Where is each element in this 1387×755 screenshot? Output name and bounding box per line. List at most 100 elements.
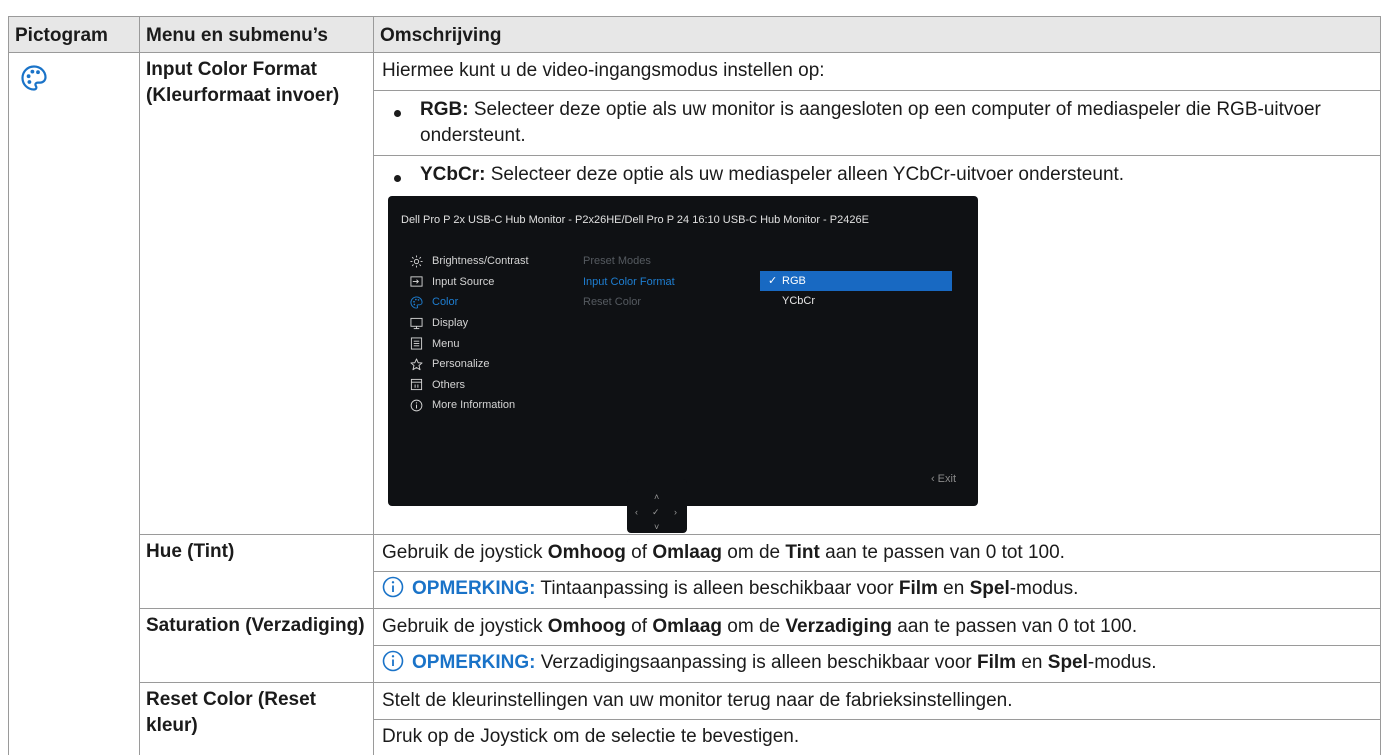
osd-menu-label: More Information: [432, 399, 516, 412]
table-header-row: Pictogram Menu en submenu’s Omschrijving: [8, 16, 1381, 53]
osd-screenshot: Dell Pro P 2x USB-C Hub Monitor - P2x26H…: [388, 196, 978, 533]
color-palette-icon: [410, 296, 423, 309]
input-source-icon: [410, 276, 423, 287]
osd-submenu: Preset Modes Input Color Format Reset Co…: [583, 251, 675, 313]
text: -modus.: [1009, 578, 1079, 599]
text-bold: Spel: [1047, 652, 1088, 673]
display-icon: [410, 317, 423, 329]
option-term-ycbcr: YCbCr:: [420, 164, 486, 185]
text: aan te passen van 0 tot 100.: [819, 542, 1065, 563]
brightness-icon: [410, 255, 423, 268]
osd-menu-item-personalize[interactable]: Personalize: [410, 354, 529, 375]
text-bold: Film: [898, 578, 938, 599]
osd-menu-item-more-information[interactable]: More Information: [410, 395, 529, 416]
text: of: [625, 542, 653, 563]
menu-saturation: Saturation (Verzadiging): [139, 608, 374, 683]
option-term-rgb: RGB:: [420, 99, 469, 120]
description-reset-color: Stelt de kleurinstellingen van uw monito…: [373, 682, 1381, 755]
menu-reset-color: Reset Color (Reset kleur): [139, 682, 374, 755]
input-color-intro: Hiermee kunt u de video-ingangsmodus ins…: [382, 60, 825, 81]
menu-icon: [410, 337, 423, 350]
osd-menu-label: Display: [432, 317, 469, 330]
osd-menu-label: Personalize: [432, 358, 490, 371]
table-row-hue: Hue (Tint) Gebruik de joystick Omhoog of…: [9, 534, 1381, 609]
osd-menu-item-display[interactable]: Display: [410, 313, 529, 334]
reset-line-2: Druk op de Joystick om de selectie te be…: [374, 719, 1380, 752]
text-bold: Tint: [785, 542, 820, 563]
osd-menu-item-input-source[interactable]: Input Source: [410, 272, 529, 293]
osd-option-label: RGB: [782, 275, 806, 287]
osd-option-rgb[interactable]: ✓ RGB: [760, 271, 952, 291]
hue-note: OPMERKING: Tintaanpassing is alleen besc…: [374, 571, 1380, 604]
info-icon: [382, 576, 404, 598]
osd-menu-label: Others: [432, 378, 466, 391]
note-label: OPMERKING:: [412, 578, 536, 599]
text: Tintaanpassing is alleen beschikbaar voo…: [535, 578, 899, 599]
osd-exit-button[interactable]: ‹ Exit: [931, 472, 956, 486]
header-description: Omschrijving: [373, 16, 1381, 53]
text: Gebruik de joystick: [382, 542, 548, 563]
text-bold: Verzadiging: [785, 616, 893, 637]
text: Gebruik de joystick: [382, 616, 548, 637]
note-label: OPMERKING:: [412, 652, 536, 673]
osd-menu-label: Brightness/Contrast: [432, 255, 529, 268]
info-icon: [382, 650, 404, 672]
joystick-guide: ˄ ‹ ✓ › ˅: [627, 479, 687, 533]
color-palette-icon: [21, 65, 47, 91]
joystick-down-icon: ˅: [654, 522, 660, 532]
joystick-right-icon: ›: [674, 507, 677, 517]
header-menu: Menu en submenu’s: [139, 16, 374, 53]
star-icon: [410, 358, 423, 370]
osd-option-label: YCbCr: [782, 295, 816, 307]
description-saturation: Gebruik de joystick Omhoog of Omlaag om …: [373, 608, 1381, 683]
text-bold: Spel: [969, 578, 1010, 599]
osd-submenu-item-reset-color[interactable]: Reset Color: [583, 292, 675, 313]
text-bold: Omlaag: [652, 616, 723, 637]
others-icon: [410, 379, 423, 391]
osd-option-ycbcr[interactable]: YCbCr: [760, 291, 952, 311]
osd-menu-label: Menu: [432, 337, 460, 350]
saturation-note: OPMERKING: Verzadigingsaanpassing is all…: [374, 645, 1380, 678]
menu-input-color-format: Input Color Format (Kleurformaat invoer): [139, 52, 374, 535]
input-color-options-list: RGB: Selecteer deze optie als uw monitor…: [374, 90, 1380, 194]
osd-panel: Dell Pro P 2x USB-C Hub Monitor - P2x26H…: [388, 196, 978, 506]
osd-menu-item-menu[interactable]: Menu: [410, 333, 529, 354]
osd-menu-label: Input Source: [432, 275, 495, 288]
osd-submenu-item-preset-modes[interactable]: Preset Modes: [583, 251, 675, 272]
text-bold: Omlaag: [652, 542, 723, 563]
text: aan te passen van 0 tot 100.: [892, 616, 1138, 637]
info-icon: [410, 399, 423, 412]
text-bold: Omhoog: [547, 616, 626, 637]
list-item-rgb: RGB: Selecteer deze optie als uw monitor…: [374, 90, 1380, 155]
osd-menu-item-color[interactable]: Color: [410, 292, 529, 313]
option-text-ycbcr: Selecteer deze optie als uw mediaspeler …: [485, 164, 1125, 185]
osd-menu-label: Color: [432, 296, 459, 309]
text: en: [1016, 652, 1048, 673]
text: en: [937, 578, 970, 599]
pictogram-cell: [8, 52, 140, 755]
text: Verzadigingsaanpassing is alleen beschik…: [535, 652, 977, 673]
text: om de: [722, 542, 786, 563]
check-icon: ✓: [768, 275, 778, 287]
text: -modus.: [1087, 652, 1157, 673]
text-bold: Omhoog: [547, 542, 626, 563]
bullet: [394, 110, 401, 117]
joystick-left-icon: ‹: [635, 507, 638, 517]
osd-menu-item-brightness[interactable]: Brightness/Contrast: [410, 251, 529, 272]
osd-option-list: ✓ RGB YCbCr: [760, 271, 952, 311]
osd-submenu-item-input-color-format[interactable]: Input Color Format: [583, 272, 675, 293]
table-row-reset-color: Reset Color (Reset kleur) Stelt de kleur…: [9, 682, 1381, 755]
description-input-color-format: Hiermee kunt u de video-ingangsmodus ins…: [373, 52, 1381, 535]
color-settings-table: Pictogram Menu en submenu’s Omschrijving…: [8, 16, 1381, 755]
table-row-input-color-format: Input Color Format (Kleurformaat invoer)…: [8, 52, 1381, 755]
bullet: [394, 175, 401, 182]
table-row-saturation: Saturation (Verzadiging) Gebruik de joys…: [9, 608, 1381, 683]
hue-instruction: Gebruik de joystick Omhoog of Omlaag om …: [380, 539, 1374, 571]
osd-menu-item-others[interactable]: Others: [410, 375, 529, 396]
saturation-instruction: Gebruik de joystick Omhoog of Omlaag om …: [380, 613, 1374, 645]
text-bold: Film: [977, 652, 1017, 673]
option-text-rgb: Selecteer deze optie als uw monitor is a…: [420, 99, 1321, 146]
header-pictogram: Pictogram: [8, 16, 140, 53]
description-hue: Gebruik de joystick Omhoog of Omlaag om …: [373, 534, 1381, 609]
osd-title: Dell Pro P 2x USB-C Hub Monitor - P2x26H…: [401, 214, 869, 226]
